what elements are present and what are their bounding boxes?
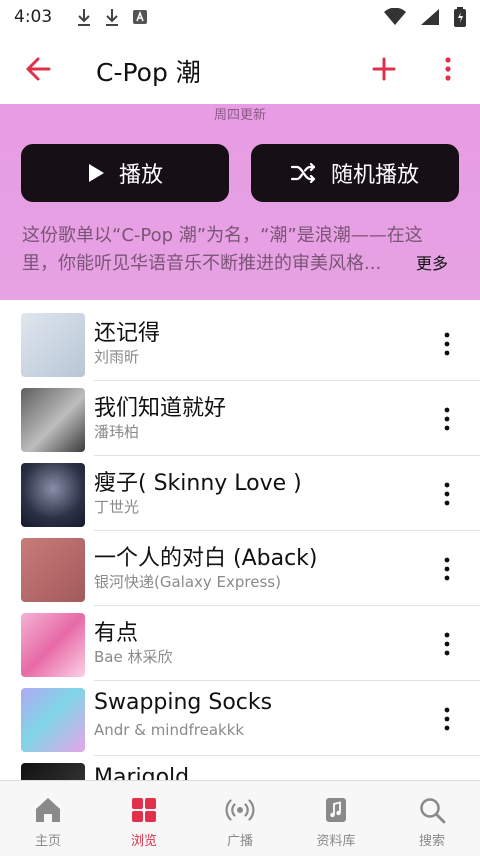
signal-icon <box>421 9 439 25</box>
track-row[interactable]: 有点 Bae 林采欣 <box>0 600 480 681</box>
nav-label: 搜索 <box>418 834 445 849</box>
page-title: C-Pop 潮 <box>96 58 201 87</box>
nav-search[interactable]: 搜索 <box>384 781 480 856</box>
play-icon <box>88 164 104 182</box>
nav-label: 广播 <box>226 834 253 849</box>
more-vertical-icon[interactable] <box>436 406 458 432</box>
track-row[interactable]: 瘦子( Skinny Love ) 丁世光 <box>0 450 480 531</box>
playlist-description: 这份歌单以“C-Pop 潮”为名，“潮”是浪潮——在这里，你能听见华语音乐不断推… <box>22 222 454 278</box>
shuffle-button[interactable]: 随机播放 <box>251 144 459 202</box>
bottom-nav: 主页 浏览 广播 资料库 搜索 <box>0 780 480 856</box>
more-vertical-icon[interactable] <box>437 56 459 82</box>
album-art <box>21 613 85 677</box>
search-icon <box>420 798 446 824</box>
track-artist: 银河快递(Galaxy Express) <box>94 573 281 591</box>
track-artist: 刘雨昕 <box>94 348 140 366</box>
download-icon <box>78 9 91 26</box>
shuffle-icon <box>290 162 316 184</box>
update-note: 周四更新 <box>213 108 266 123</box>
nav-browse[interactable]: 浏览 <box>96 781 192 856</box>
track-title: 我们知道就好 <box>94 396 227 421</box>
play-button[interactable]: 播放 <box>21 144 229 202</box>
track-artist: Andr & mindfreakkk <box>94 721 245 739</box>
album-art <box>21 313 85 377</box>
notification-app-icon <box>133 10 148 24</box>
browse-icon <box>132 798 156 822</box>
album-art <box>21 463 85 527</box>
app-bar: C-Pop 潮 <box>0 34 480 104</box>
nav-home[interactable]: 主页 <box>0 781 96 856</box>
album-art <box>21 688 85 752</box>
nav-radio[interactable]: 广播 <box>192 781 288 856</box>
battery-icon <box>454 7 466 27</box>
add-icon[interactable] <box>371 56 397 82</box>
shuffle-label: 随机播放 <box>330 163 419 188</box>
more-link[interactable]: 更多 <box>416 250 448 278</box>
more-vertical-icon[interactable] <box>436 556 458 582</box>
nav-label: 资料库 <box>316 834 356 849</box>
description-text: 这份歌单以“C-Pop 潮”为名，“潮”是浪潮——在这里，你能听见华语音乐不断推… <box>22 225 423 274</box>
more-vertical-icon[interactable] <box>436 331 458 357</box>
track-row[interactable]: 我们知道就好 潘玮柏 <box>0 375 480 456</box>
more-vertical-icon[interactable] <box>436 631 458 657</box>
album-art <box>21 538 85 602</box>
track-list: 还记得 刘雨昕 我们知道就好 潘玮柏 瘦子( Skinny Love ) 丁世光… <box>0 300 480 827</box>
home-icon <box>36 798 60 822</box>
radio-icon <box>225 799 255 821</box>
playlist-header: 周四更新 播放 随机播放 这份歌单以“C-Pop 潮”为名，“潮”是浪潮——在这… <box>0 104 480 300</box>
status-time: 4:03 <box>14 7 53 27</box>
nav-label: 浏览 <box>130 834 157 849</box>
track-title: 瘦子( Skinny Love ) <box>94 471 302 496</box>
track-artist: Bae 林采欣 <box>94 648 173 666</box>
track-artist: 潘玮柏 <box>94 423 140 441</box>
back-arrow-icon[interactable] <box>24 55 52 83</box>
track-title: 还记得 <box>94 321 161 346</box>
track-artist: 丁世光 <box>94 498 140 516</box>
more-vertical-icon[interactable] <box>436 481 458 507</box>
more-vertical-icon[interactable] <box>436 706 458 732</box>
album-art <box>21 388 85 452</box>
track-row[interactable]: Swapping Socks Andr & mindfreakkk <box>0 675 480 756</box>
track-title: Swapping Socks <box>94 690 273 715</box>
track-row[interactable]: 还记得 刘雨昕 <box>0 300 480 381</box>
nav-library[interactable]: 资料库 <box>288 781 384 856</box>
download-icon <box>106 9 119 26</box>
library-icon <box>326 798 346 822</box>
play-label: 播放 <box>118 163 163 188</box>
track-title: 有点 <box>94 621 139 646</box>
track-title: 一个人的对白 (Aback) <box>94 546 318 571</box>
status-bar: 4:03 <box>0 0 480 34</box>
track-row[interactable]: 一个人的对白 (Aback) 银河快递(Galaxy Express) <box>0 525 480 606</box>
nav-label: 主页 <box>34 834 61 849</box>
wifi-icon <box>384 8 406 25</box>
